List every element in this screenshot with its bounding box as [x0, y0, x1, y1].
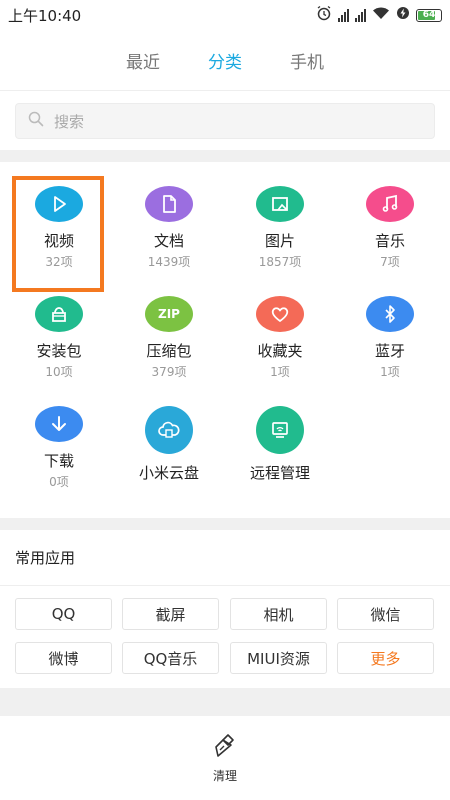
category-circle: [366, 186, 414, 222]
category-circle: [145, 406, 193, 454]
selection-highlight: [12, 176, 104, 292]
category-label: 小米云盘: [138, 464, 199, 482]
search-placeholder: 搜索: [54, 112, 85, 131]
bluetooth-icon: [385, 305, 395, 323]
category-count: 7项: [380, 255, 400, 269]
category-label: 音乐: [374, 232, 405, 250]
battery-icon: 64: [416, 8, 442, 22]
app-button-wechat[interactable]: 微信: [337, 598, 434, 630]
category-count: 1项: [380, 365, 400, 379]
category-bluetooth[interactable]: 蓝牙 1项: [334, 272, 446, 380]
category-label: 蓝牙: [374, 342, 405, 360]
clean-button[interactable]: 清理: [0, 716, 450, 800]
category-label: 收藏夹: [257, 342, 303, 360]
wifi-icon: [372, 6, 390, 24]
category-label: 压缩包: [146, 342, 192, 360]
alarm-icon: [316, 5, 332, 25]
tab-phone[interactable]: 手机: [290, 42, 324, 78]
app-button-more[interactable]: 更多: [337, 642, 434, 674]
search-icon: [28, 111, 44, 131]
common-apps-title: 常用应用: [0, 530, 450, 586]
category-music[interactable]: 音乐 7项: [334, 162, 446, 270]
broom-icon: [213, 733, 237, 763]
category-circle: [366, 296, 414, 332]
category-count: 1439项: [147, 255, 191, 269]
section-divider: [0, 518, 450, 530]
category-label: 远程管理: [249, 464, 310, 482]
category-circle: [256, 406, 304, 454]
zip-icon: ZIP: [145, 296, 193, 332]
package-icon: [52, 307, 66, 322]
status-icons: 64: [316, 5, 442, 25]
category-circle: [256, 186, 304, 222]
image-icon: [272, 197, 288, 211]
app-button-miui-resources[interactable]: MIUI资源: [230, 642, 327, 674]
category-label: 下载: [43, 452, 74, 470]
category-circle: [145, 186, 193, 222]
section-divider: [0, 688, 450, 716]
app-button-qq-music[interactable]: QQ音乐: [122, 642, 219, 674]
tab-recent[interactable]: 最近: [126, 42, 160, 78]
status-bar: 上午10:40 64: [0, 0, 450, 30]
download-icon: [52, 416, 66, 431]
heart-icon: [271, 307, 289, 322]
category-documents[interactable]: 文档 1439项: [113, 162, 225, 270]
category-remote-management[interactable]: 远程管理: [224, 382, 336, 490]
tab-category[interactable]: 分类: [208, 42, 242, 78]
category-label: 图片: [264, 232, 295, 250]
app-button-qq[interactable]: QQ: [15, 598, 112, 630]
category-downloads[interactable]: 下载 0项: [3, 382, 115, 490]
tab-bar: 最近 分类 手机: [0, 42, 450, 78]
category-circle: [256, 296, 304, 332]
app-button-weibo[interactable]: 微博: [15, 642, 112, 674]
category-archives[interactable]: ZIP 压缩包 379项: [113, 272, 225, 380]
category-mi-cloud[interactable]: 小米云盘: [113, 382, 225, 490]
app-button-screenshot[interactable]: 截屏: [122, 598, 219, 630]
clean-label: 清理: [212, 768, 237, 783]
category-label: 安装包: [36, 342, 82, 360]
category-count: 1857项: [258, 255, 302, 269]
remote-icon: [272, 422, 288, 438]
category-count: 1项: [270, 365, 290, 379]
category-circle: [35, 406, 83, 442]
category-count: 379项: [151, 365, 187, 379]
signal-icon: [355, 8, 366, 22]
cloud-icon: [158, 421, 180, 438]
section-divider: [0, 150, 450, 162]
music-icon: [382, 194, 398, 212]
app-button-camera[interactable]: 相机: [230, 598, 327, 630]
category-count: 10项: [45, 365, 73, 379]
charging-icon: [396, 6, 410, 24]
category-count: 0项: [49, 475, 69, 489]
category-circle: [35, 296, 83, 332]
category-grid: 视频 32项 文档 1439项 图片 1857项 音乐 7项 安装包 10项 Z…: [0, 162, 450, 518]
search-input[interactable]: 搜索: [15, 103, 435, 139]
battery-level: 64: [422, 10, 436, 20]
category-favorites[interactable]: 收藏夹 1项: [224, 272, 336, 380]
status-time: 上午10:40: [8, 6, 82, 25]
signal-icon: [338, 8, 349, 22]
search-section: 搜索: [0, 90, 450, 150]
category-label: 文档: [153, 232, 184, 250]
category-images[interactable]: 图片 1857项: [224, 162, 336, 270]
document-icon: [163, 195, 176, 213]
